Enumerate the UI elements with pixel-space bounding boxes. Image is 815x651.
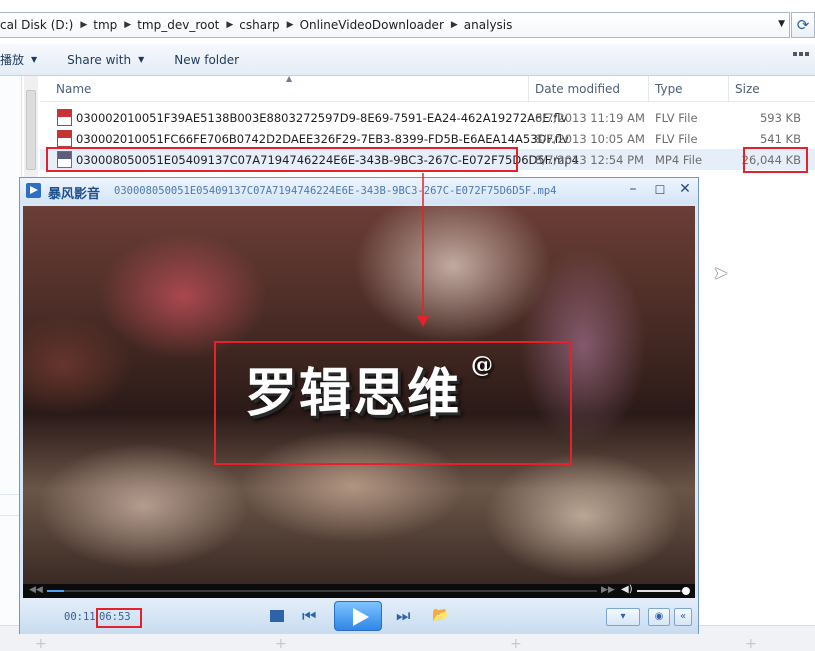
command-bar: 播放 ▼ Share with ▼ New folder bbox=[0, 44, 815, 76]
address-bar[interactable]: cal Disk (D:) ▶ tmp ▶ tmp_dev_root ▶ csharp… bbox=[0, 12, 790, 38]
column-divider[interactable] bbox=[648, 76, 649, 102]
column-date-modified[interactable]: Date modified bbox=[535, 82, 620, 96]
seek-track[interactable] bbox=[47, 590, 597, 592]
file-type: FLV File bbox=[655, 111, 698, 125]
file-date: 8/7/2013 11:19 AM bbox=[535, 111, 645, 125]
screenshot-camera-icon[interactable]: ◉ bbox=[648, 608, 670, 626]
file-type: FLV File bbox=[655, 132, 698, 146]
plus-icon: + bbox=[510, 636, 522, 651]
volume-slider[interactable] bbox=[637, 590, 685, 592]
next-button[interactable]: ⏭ bbox=[396, 606, 410, 626]
player-filename: 030008050051E05409137C07A7194746224E6E-3… bbox=[114, 185, 557, 197]
refresh-button[interactable]: ⟳ bbox=[791, 12, 815, 38]
collapse-panel-icon[interactable]: « bbox=[674, 608, 692, 626]
file-date: 8/7/2013 12:54 PM bbox=[535, 153, 644, 167]
breadcrumb-drive[interactable]: cal Disk (D:) bbox=[0, 18, 73, 32]
refresh-icon: ⟳ bbox=[796, 16, 810, 34]
open-folder-icon[interactable]: 📂 bbox=[432, 607, 449, 623]
column-type[interactable]: Type bbox=[655, 82, 683, 96]
breadcrumb-onlinevideodownloader[interactable]: OnlineVideoDownloader bbox=[300, 18, 444, 32]
file-size: 541 KB bbox=[759, 132, 801, 146]
plus-icon: + bbox=[275, 636, 287, 651]
file-row[interactable]: 030002010051FC66FE706B0742D2DAEE326F29-7… bbox=[40, 128, 815, 149]
nav-scrollbar-thumb[interactable] bbox=[26, 90, 36, 170]
seek-progress bbox=[47, 590, 64, 592]
nav-divider bbox=[0, 494, 20, 516]
player-title-bar[interactable]: 暴风影音 030008050051E05409137C07A7194746224… bbox=[20, 178, 698, 204]
column-divider[interactable] bbox=[528, 76, 529, 102]
share-with-button[interactable]: Share with ▼ bbox=[67, 53, 144, 67]
stop-button[interactable] bbox=[270, 610, 284, 622]
chevron-right-icon[interactable]: ▶ bbox=[226, 20, 233, 30]
chevron-down-icon[interactable]: ▼ bbox=[778, 19, 785, 29]
column-name[interactable]: Name bbox=[56, 82, 91, 96]
seek-bar[interactable]: ◀◀ ▶▶ ◀) bbox=[23, 584, 695, 598]
chevron-right-icon[interactable]: ▶ bbox=[287, 20, 294, 30]
new-folder-label: New folder bbox=[174, 52, 240, 67]
column-divider[interactable] bbox=[728, 76, 729, 102]
view-options-icon[interactable] bbox=[793, 52, 809, 56]
file-name: 030002010051FC66FE706B0742D2DAEE326F29-7… bbox=[76, 132, 569, 146]
new-folder-button[interactable]: New folder bbox=[174, 53, 239, 67]
file-date: 8/7/2013 10:05 AM bbox=[535, 132, 645, 146]
play-menu-label: 播放 bbox=[0, 53, 25, 67]
file-name: 030002010051F39AE5138B003E8803272597D9-8… bbox=[76, 111, 568, 125]
player-logo-icon bbox=[26, 183, 41, 198]
volume-level bbox=[637, 590, 681, 592]
fast-forward-icon[interactable]: ▶▶ bbox=[601, 585, 615, 595]
play-menu-button[interactable]: 播放 ▼ bbox=[0, 51, 37, 68]
chevron-down-icon: ▼ bbox=[138, 55, 145, 64]
volume-icon[interactable]: ◀) bbox=[621, 584, 633, 595]
plus-icon: + bbox=[35, 636, 47, 651]
highlight-box-filename bbox=[46, 147, 518, 172]
file-row[interactable]: 030002010051F39AE5138B003E8803272597D9-8… bbox=[40, 107, 815, 128]
breadcrumb: cal Disk (D:) ▶ tmp ▶ tmp_dev_root ▶ csharp… bbox=[0, 18, 512, 32]
breadcrumb-analysis[interactable]: analysis bbox=[464, 18, 513, 32]
breadcrumb-csharp[interactable]: csharp bbox=[239, 18, 279, 32]
breadcrumb-tmp[interactable]: tmp bbox=[93, 18, 117, 32]
file-size: 593 KB bbox=[759, 111, 801, 125]
play-button[interactable] bbox=[334, 601, 382, 631]
minimize-icon[interactable]: – bbox=[624, 181, 642, 197]
previous-button[interactable]: ⏮ bbox=[302, 606, 316, 626]
flv-file-icon bbox=[57, 130, 72, 147]
column-size[interactable]: Size bbox=[735, 82, 760, 96]
sort-ascending-icon: ▲ bbox=[286, 74, 293, 83]
chevron-right-icon[interactable]: ▶ bbox=[451, 20, 458, 30]
file-list-header: ▲ Name Date modified Type Size bbox=[40, 74, 815, 102]
file-type: MP4 File bbox=[655, 153, 703, 167]
player-app-name: 暴风影音 bbox=[48, 187, 101, 202]
chevron-right-icon[interactable]: ▶ bbox=[124, 20, 131, 30]
skin-dropdown-button[interactable]: ▾ bbox=[606, 608, 640, 626]
highlight-box-filesize bbox=[743, 147, 808, 173]
highlight-box-duration bbox=[96, 608, 142, 628]
flv-file-icon bbox=[57, 109, 72, 126]
close-icon[interactable]: ✕ bbox=[676, 181, 694, 197]
chevron-down-icon: ▼ bbox=[31, 55, 38, 64]
maximize-icon[interactable]: ☐ bbox=[651, 183, 669, 197]
rewind-icon[interactable]: ◀◀ bbox=[29, 585, 43, 595]
share-with-label: Share with bbox=[67, 52, 132, 67]
chevron-right-icon[interactable]: ▶ bbox=[80, 20, 87, 30]
volume-knob[interactable] bbox=[682, 587, 690, 595]
breadcrumb-tmp-dev-root[interactable]: tmp_dev_root bbox=[137, 18, 219, 32]
mouse-cursor-icon: ➤ bbox=[713, 263, 729, 284]
plus-icon: + bbox=[745, 636, 757, 651]
current-time: 00:11 bbox=[64, 611, 96, 623]
video-player-window[interactable]: 暴风影音 030008050051E05409137C07A7194746224… bbox=[19, 177, 699, 634]
highlight-box-video-title bbox=[214, 341, 572, 465]
